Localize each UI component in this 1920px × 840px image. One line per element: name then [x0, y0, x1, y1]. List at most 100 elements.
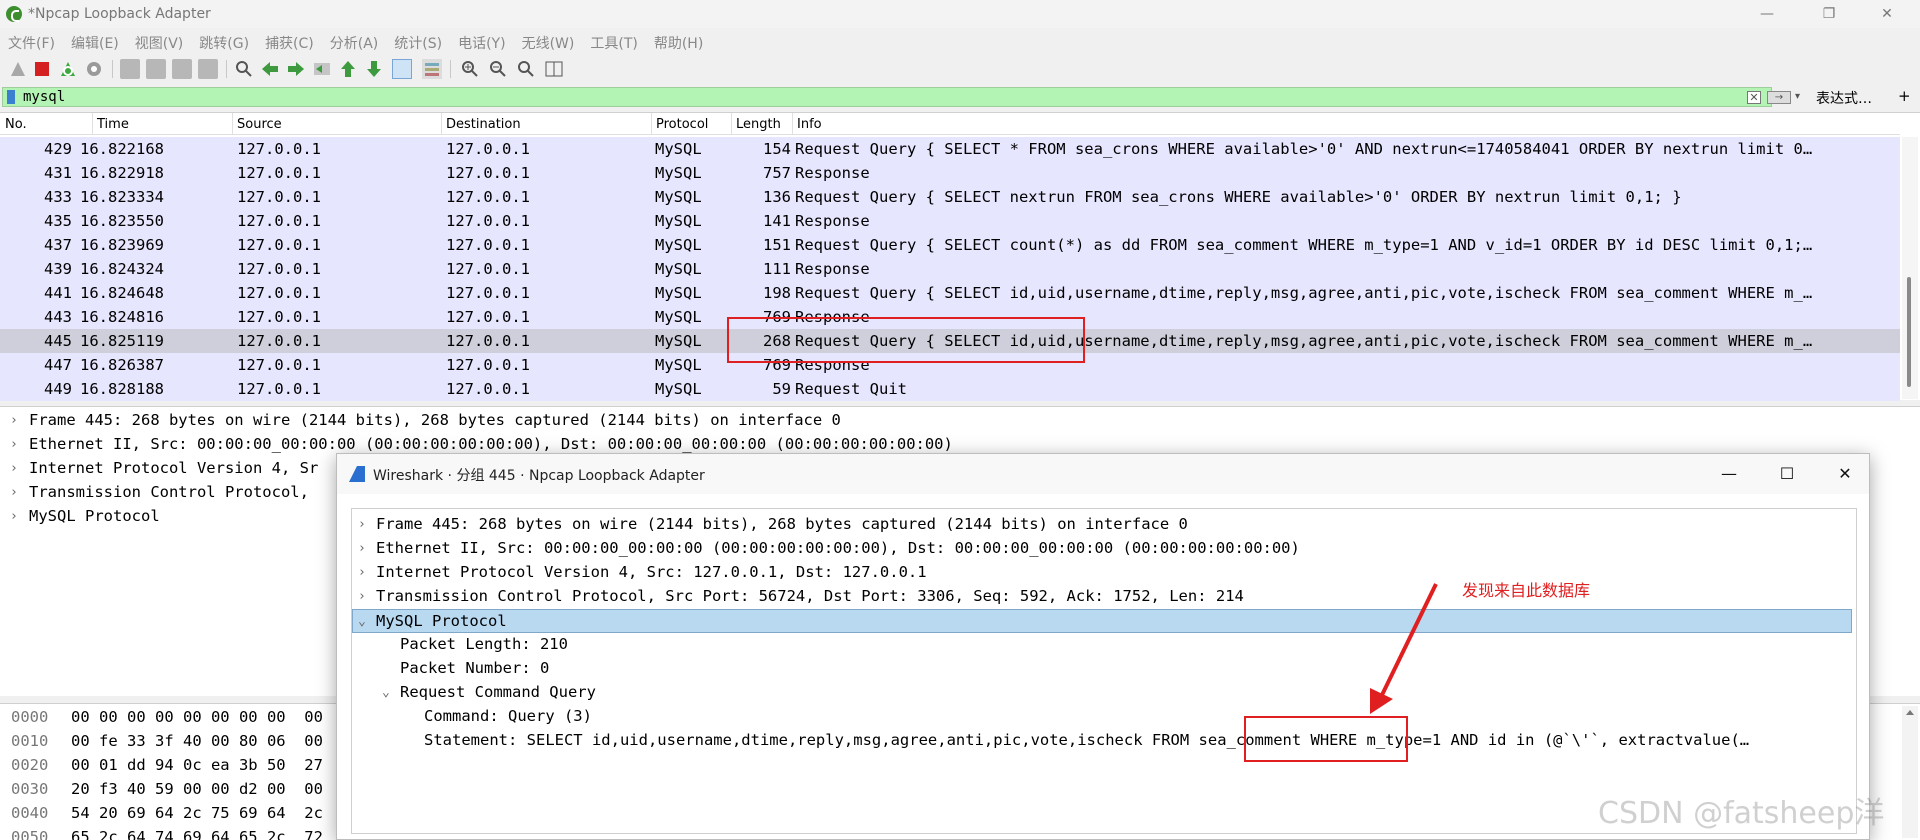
zoom-out-icon[interactable] [488, 59, 508, 79]
cell-no: 435 [44, 212, 72, 230]
expand-arrow-icon[interactable]: › [10, 461, 18, 476]
packet-row[interactable]: 433 16.823334 127.0.0.1 127.0.0.1 MySQL 136 Re… [0, 185, 1900, 209]
col-time[interactable]: Time [92, 117, 129, 132]
col-length[interactable]: Length [731, 117, 781, 132]
scrollbar-thumb[interactable] [1907, 277, 1911, 387]
capture-options-icon[interactable] [84, 59, 104, 79]
go-to-packet-icon[interactable] [312, 59, 332, 79]
menu-go[interactable]: 跳转(G) [191, 30, 257, 53]
open-file-icon[interactable] [120, 59, 140, 79]
expand-arrow-icon[interactable]: › [10, 509, 18, 524]
cell-protocol: MySQL [655, 308, 702, 326]
collapse-arrow-icon[interactable]: ⌄ [382, 685, 390, 700]
detail-frame[interactable]: › Frame 445: 268 bytes on wire (2144 bits… [0, 409, 1700, 433]
menu-telephony[interactable]: 电话(Y) [450, 30, 513, 53]
wireshark-fin-icon [6, 6, 22, 22]
annotation-text: 发现来自此数据库 [1462, 581, 1591, 600]
packet-row[interactable]: 449 16.828188 127.0.0.1 127.0.0.1 MySQL 59 Req… [0, 377, 1900, 401]
restart-capture-icon[interactable] [58, 59, 78, 79]
packet-row[interactable]: 439 16.824324 127.0.0.1 127.0.0.1 MySQL 111 Re… [0, 257, 1900, 281]
bytes-scrollbar[interactable] [1902, 706, 1918, 838]
menu-wireless[interactable]: 无线(W) [514, 30, 583, 53]
col-protocol[interactable]: Protocol [651, 117, 708, 132]
dialog-minimize-button[interactable]: — [1709, 462, 1749, 486]
bookmark-icon[interactable] [7, 90, 15, 104]
apply-filter-icon[interactable]: → [1767, 91, 1791, 104]
find-packet-icon[interactable] [234, 59, 254, 79]
dialog-title: Wireshark · 分组 445 · Npcap Loopback Adap… [373, 468, 705, 484]
expand-arrow-icon[interactable]: › [358, 565, 366, 580]
col-source[interactable]: Source [232, 117, 282, 132]
zoom-in-icon[interactable] [460, 59, 480, 79]
packet-row[interactable]: 431 16.822918 127.0.0.1 127.0.0.1 MySQL 757 Re… [0, 161, 1900, 185]
cell-source: 127.0.0.1 [237, 380, 321, 398]
display-filter-input[interactable]: mysql ✕ → ▾ [2, 87, 1800, 107]
menu-edit[interactable]: 编辑(E) [63, 30, 127, 53]
filter-text[interactable]: mysql [23, 89, 65, 105]
stop-capture-icon[interactable] [32, 59, 52, 79]
expand-arrow-icon[interactable]: › [358, 589, 366, 604]
restore-button[interactable]: ❐ [1806, 0, 1852, 28]
reload-file-icon[interactable] [198, 59, 218, 79]
tree-ip[interactable]: › Internet Protocol Version 4, Src: 127.0… [352, 561, 1852, 585]
cell-destination: 127.0.0.1 [446, 380, 530, 398]
packet-row[interactable]: 437 16.823969 127.0.0.1 127.0.0.1 MySQL 151 Re… [0, 233, 1900, 257]
cell-source: 127.0.0.1 [237, 332, 321, 350]
dialog-maximize-button[interactable]: ☐ [1767, 462, 1807, 486]
cell-protocol: MySQL [655, 356, 702, 374]
menu-analyze[interactable]: 分析(A) [322, 30, 387, 53]
autoscroll-icon[interactable] [392, 59, 412, 79]
menu-help[interactable]: 帮助(H) [646, 30, 711, 53]
expand-arrow-icon[interactable]: › [10, 413, 18, 428]
watermark: CSDN @fatsheep洋 [1598, 796, 1885, 831]
tree-packet-number[interactable]: Packet Number: 0 [352, 657, 1852, 681]
go-forward-icon[interactable] [286, 59, 306, 79]
go-back-icon[interactable] [260, 59, 280, 79]
packet-row[interactable]: 441 16.824648 127.0.0.1 127.0.0.1 MySQL 198 Re… [0, 281, 1900, 305]
menu-file[interactable]: 文件(F) [0, 30, 63, 53]
scroll-up-icon[interactable] [1906, 710, 1914, 715]
colorize-icon[interactable] [422, 59, 442, 79]
resize-columns-icon[interactable] [544, 59, 564, 79]
cell-time: 16.823550 [80, 212, 164, 230]
menu-tools[interactable]: 工具(T) [582, 30, 645, 53]
col-destination[interactable]: Destination [441, 117, 521, 132]
expression-button[interactable]: 表达式… [1816, 88, 1872, 108]
tree-ethernet[interactable]: › Ethernet II, Src: 00:00:00_00:00:00 (00… [352, 537, 1852, 561]
cell-info: Request Query { SELECT id,uid,username,d… [795, 284, 1813, 302]
menu-statistics[interactable]: 统计(S) [386, 30, 450, 53]
cell-protocol: MySQL [655, 332, 702, 350]
packet-row[interactable]: 429 16.822168 127.0.0.1 127.0.0.1 MySQL 154 Re… [0, 137, 1900, 161]
add-filter-button[interactable]: + [1898, 87, 1911, 105]
expand-arrow-icon[interactable]: › [358, 541, 366, 556]
first-packet-icon[interactable] [338, 59, 358, 79]
normal-size-icon[interactable] [516, 59, 536, 79]
expand-arrow-icon[interactable]: › [10, 485, 18, 500]
recent-filters-icon[interactable]: ▾ [1795, 91, 1800, 102]
minimize-button[interactable]: — [1744, 0, 1790, 28]
dialog-close-button[interactable]: ✕ [1825, 462, 1865, 486]
menu-capture[interactable]: 捕获(C) [257, 30, 322, 53]
close-file-icon[interactable] [172, 59, 192, 79]
tree-statement[interactable]: Statement: SELECT id,uid,username,dtime,… [352, 729, 1852, 753]
col-no[interactable]: No. [0, 117, 27, 132]
tree-mysql-protocol[interactable]: ⌄ MySQL Protocol [352, 609, 1852, 633]
tree-request-command[interactable]: ⌄ Request Command Query [352, 681, 1852, 705]
close-button[interactable]: ✕ [1864, 0, 1910, 28]
packet-list-scrollbar[interactable] [1902, 137, 1918, 399]
collapse-arrow-icon[interactable]: ⌄ [358, 614, 366, 629]
expand-arrow-icon[interactable]: › [10, 437, 18, 452]
cell-time: 16.823334 [80, 188, 164, 206]
start-capture-icon[interactable] [8, 59, 28, 79]
packet-row[interactable]: 435 16.823550 127.0.0.1 127.0.0.1 MySQL 141 Re… [0, 209, 1900, 233]
expand-arrow-icon[interactable]: › [358, 517, 366, 532]
tree-packet-length[interactable]: Packet Length: 210 [352, 633, 1852, 657]
tree-frame[interactable]: › Frame 445: 268 bytes on wire (2144 bits… [352, 513, 1852, 537]
col-info[interactable]: Info [792, 117, 822, 132]
clear-filter-icon[interactable]: ✕ [1747, 91, 1761, 104]
tree-tcp[interactable]: › Transmission Control Protocol, Src Port… [352, 585, 1852, 609]
menu-view[interactable]: 视图(V) [127, 30, 192, 53]
tree-command[interactable]: Command: Query (3) [352, 705, 1852, 729]
last-packet-icon[interactable] [364, 59, 384, 79]
save-file-icon[interactable] [146, 59, 166, 79]
